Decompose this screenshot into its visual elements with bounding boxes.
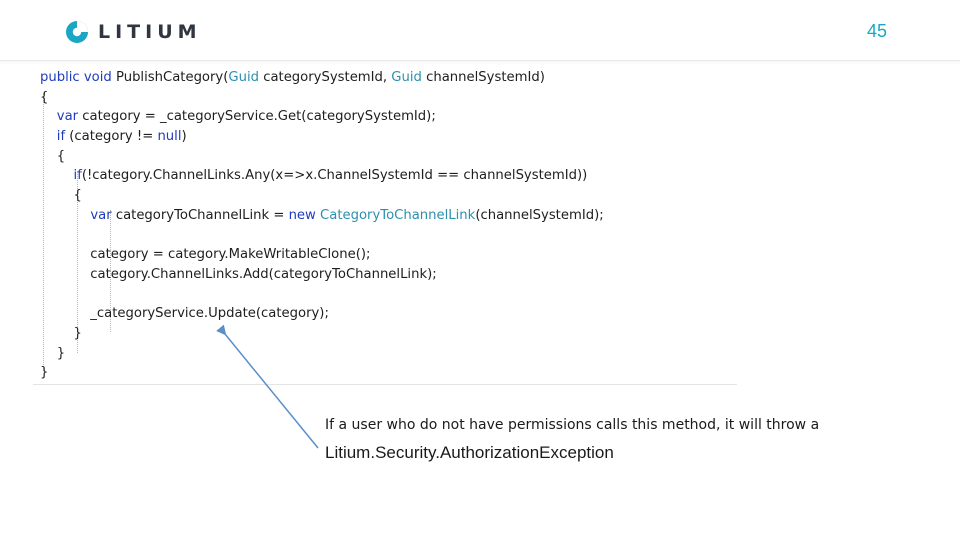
caption-text: If a user who do not have permissions ca… [325, 417, 820, 433]
exception-name: Litium.Security.AuthorizationException [325, 443, 614, 462]
